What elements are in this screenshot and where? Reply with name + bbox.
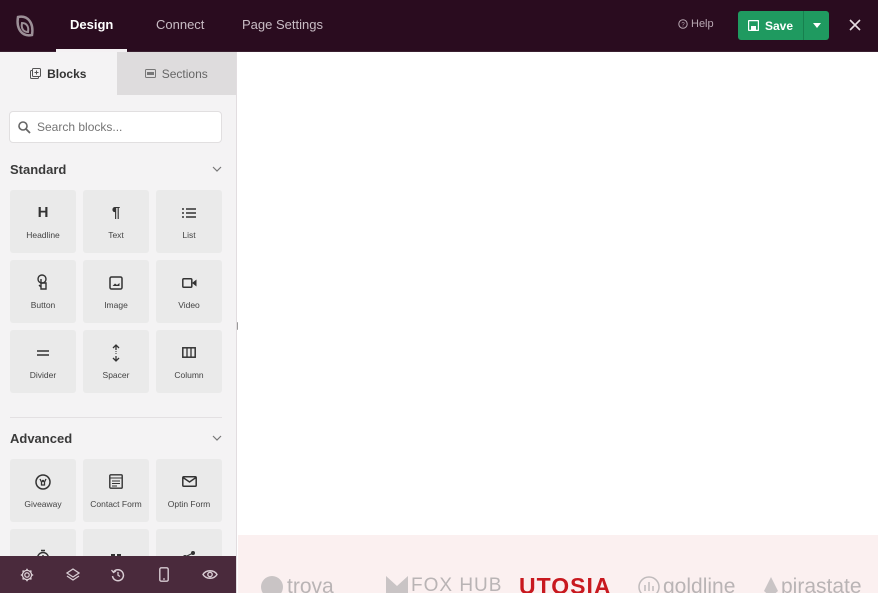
preview-button[interactable] (200, 565, 220, 585)
block-label: Video (178, 299, 200, 310)
standard-section-header[interactable]: Standard (10, 159, 222, 179)
mobile-preview-icon (159, 567, 170, 582)
block-button[interactable]: Button (10, 260, 76, 323)
paragraph-icon: ¶ (111, 204, 121, 221)
save-button-group: Save (738, 11, 829, 40)
save-button[interactable]: Save (738, 11, 804, 40)
sidebar-tabs: Blocks Sections (0, 52, 236, 95)
block-label: Text (108, 229, 124, 240)
layers-icon (65, 567, 80, 581)
block-label: Optin Form (167, 498, 211, 509)
help-circle-icon: ? (678, 19, 688, 29)
block-video[interactable]: Video (156, 260, 222, 323)
tab-page-settings[interactable]: Page Settings (242, 0, 323, 52)
video-icon (180, 274, 198, 292)
tab-connect[interactable]: Connect (156, 0, 204, 52)
caret-down-icon (812, 23, 821, 28)
block-label: Headline (26, 229, 60, 240)
block-optin-form[interactable]: Optin Form (156, 459, 222, 522)
block-label: Divider (29, 369, 57, 380)
blocks-sidebar: Blocks Sections Standard H Headline ¶ Te… (0, 52, 237, 593)
list-icon (180, 204, 198, 222)
headline-icon: H (37, 204, 49, 221)
block-label: Button (30, 299, 56, 310)
block-list[interactable]: List (156, 190, 222, 253)
block-label: Giveaway (24, 498, 62, 509)
search-blocks-input[interactable] (37, 120, 207, 134)
spacer-icon (107, 343, 125, 362)
block-spacer[interactable]: Spacer (83, 330, 149, 393)
mobile-preview-button[interactable] (154, 565, 174, 585)
logo-text: UTOSIA (519, 573, 612, 593)
button-pointer-icon (34, 274, 52, 292)
divider-icon (34, 344, 52, 362)
block-label: Column (174, 369, 204, 380)
tab-blocks[interactable]: Blocks (0, 52, 117, 95)
logo-text: trova (287, 575, 334, 593)
save-label: Save (764, 18, 794, 33)
foxhub-logo-icon (386, 576, 408, 593)
block-divider[interactable]: Divider (10, 330, 76, 393)
chevron-down-icon (212, 166, 222, 172)
settings-icon (20, 568, 34, 581)
logos-section[interactable]: trova FOX HUB UTOSIA goldline pirastate (238, 535, 878, 593)
logo-trova: trova (260, 575, 334, 593)
logo-utosia: UTOSIA (519, 573, 611, 593)
trova-logo-icon (261, 576, 283, 593)
block-label: Spacer (102, 369, 130, 380)
sidebar-bottom-toolbar (0, 556, 236, 593)
preview-eye-icon (202, 570, 218, 579)
tab-sections-label: Sections (161, 66, 208, 81)
logo-text: goldline (663, 575, 736, 593)
close-button[interactable] (846, 14, 864, 36)
image-icon (107, 274, 125, 292)
tab-sections[interactable]: Sections (116, 52, 236, 95)
seedprod-logo-icon[interactable] (10, 11, 40, 41)
pirastate-logo-icon (764, 577, 778, 593)
page-canvas[interactable]: trova FOX HUB UTOSIA goldline pirastate (238, 52, 878, 593)
logo-pirastate: pirastate (764, 575, 862, 593)
section-divider (10, 417, 222, 418)
giveaway-icon (34, 473, 52, 491)
tab-design[interactable]: Design (55, 0, 128, 52)
block-column[interactable]: Column (156, 330, 222, 393)
history-icon (111, 568, 125, 581)
layers-button[interactable] (63, 565, 83, 585)
search-blocks-field[interactable] (9, 111, 222, 143)
logo-text: pirastate (781, 575, 862, 593)
settings-button[interactable] (17, 565, 37, 585)
block-text[interactable]: ¶ Text (83, 190, 149, 253)
block-label: Image (104, 299, 128, 310)
block-label: List (182, 229, 196, 240)
standard-section-title: Standard (10, 161, 67, 177)
close-icon (849, 19, 861, 31)
column-icon (180, 344, 198, 362)
top-navigation-bar: Design Connect Page Settings ? Help Save (0, 0, 878, 52)
standard-blocks-grid: H Headline ¶ Text List Button Image Vide… (10, 190, 222, 393)
contact-form-icon (107, 473, 125, 491)
block-giveaway[interactable]: Giveaway (10, 459, 76, 522)
revision-history-button[interactable] (108, 565, 128, 585)
block-image[interactable]: Image (83, 260, 149, 323)
block-label: Contact Form (90, 498, 142, 509)
logo-text: FOX HUB (411, 575, 503, 593)
chevron-down-icon (212, 435, 222, 441)
help-label: Help (691, 18, 714, 30)
logo-goldline: goldline (638, 575, 735, 593)
advanced-section-header[interactable]: Advanced (10, 428, 222, 448)
envelope-icon (180, 473, 198, 491)
blocks-icon (30, 68, 42, 79)
tab-blocks-label: Blocks (47, 66, 87, 81)
goldline-logo-icon (638, 576, 660, 593)
save-disk-icon (747, 20, 759, 31)
block-headline[interactable]: H Headline (10, 190, 76, 253)
search-icon (18, 120, 31, 134)
help-link[interactable]: ? Help (678, 18, 714, 30)
block-contact-form[interactable]: Contact Form (83, 459, 149, 522)
sections-icon (144, 69, 156, 78)
save-options-dropdown[interactable] (804, 11, 829, 40)
advanced-section-title: Advanced (10, 430, 73, 446)
logo-foxhub: FOX HUB (386, 575, 502, 593)
